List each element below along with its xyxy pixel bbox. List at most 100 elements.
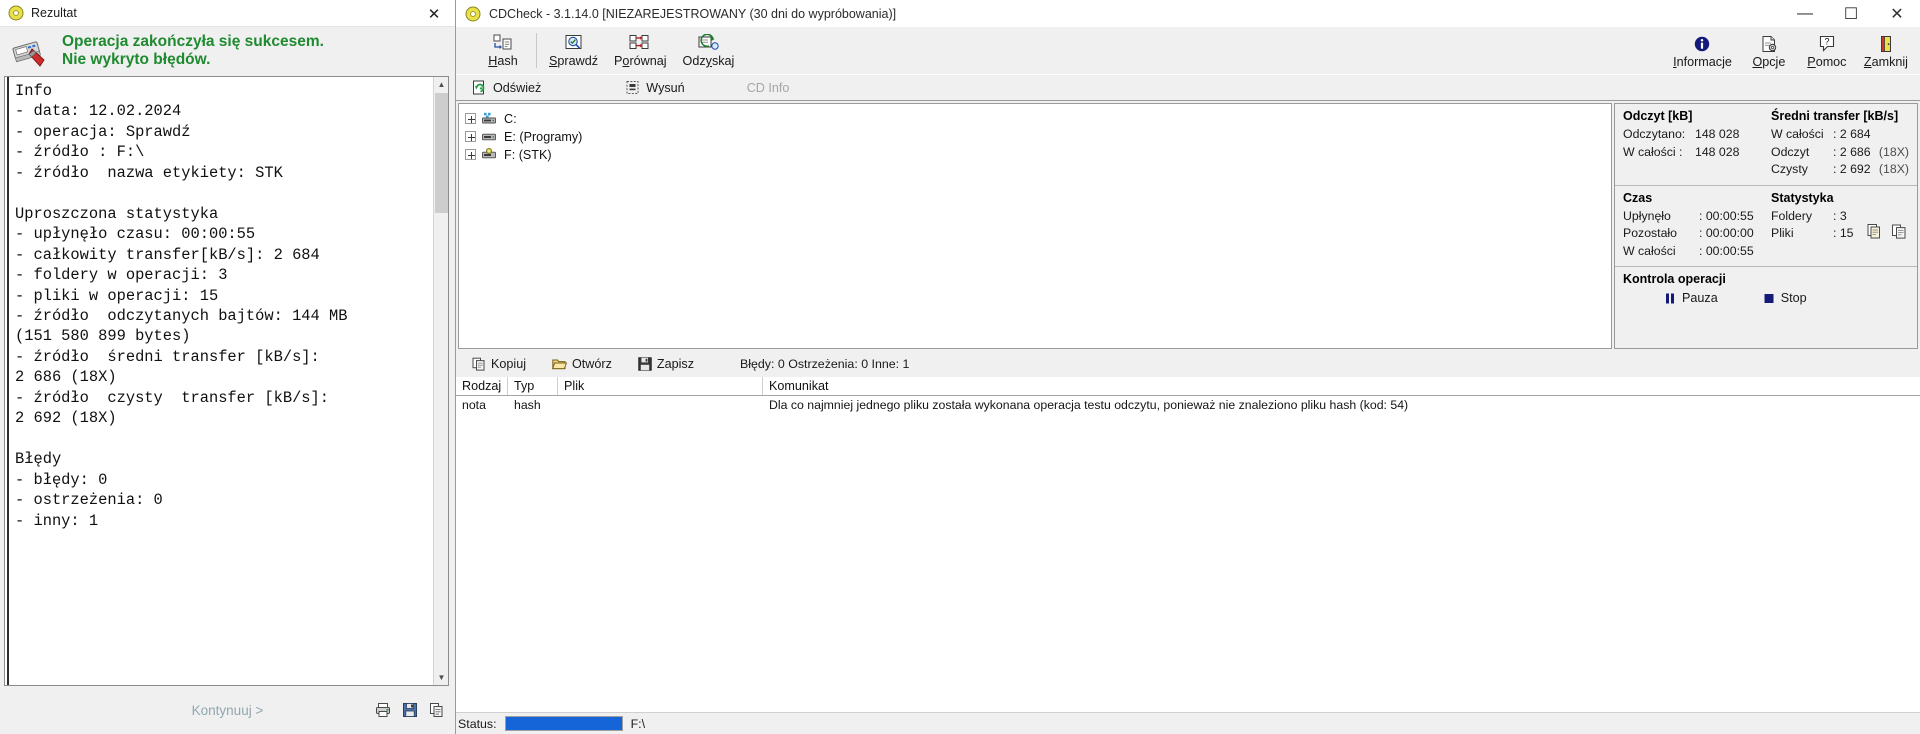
toolbar-label-hash: Hash	[488, 54, 518, 68]
cdcheck-window-title: CDCheck - 3.1.14.0 [NIEZAREJESTROWANY (3…	[489, 6, 897, 21]
stats-value: : 2 692	[1833, 162, 1871, 176]
stats-heading-czas: Czas	[1623, 190, 1653, 205]
stop-button[interactable]: Stop	[1764, 291, 1807, 305]
subtoolbar-label-odswiez: Odśwież	[493, 80, 542, 95]
stats-key: Foldery	[1771, 208, 1813, 223]
result-headline: Operacja zakończyła się sukcesem. Nie wy…	[62, 33, 324, 68]
copy-icon[interactable]	[429, 702, 445, 718]
scroll-down-icon[interactable]: ▼	[434, 670, 448, 685]
copy-report-icon[interactable]	[1866, 223, 1882, 239]
toolbar-button-pomoc[interactable]: ? Pomoc	[1798, 27, 1856, 75]
column-header-typ[interactable]: Typ	[508, 377, 558, 395]
tree-item-f[interactable]: F: (STK)	[465, 146, 1611, 163]
cell-rodzaj: nota	[462, 398, 486, 412]
toolbar-separator	[536, 33, 537, 68]
stats-section-time-statistics: Czas Upłynęło : 00:00:55 Pozostało : 00:…	[1615, 186, 1917, 267]
log-button-zapisz[interactable]: Zapisz	[634, 357, 716, 371]
log-table: Rodzaj Typ Plik Komunikat nota hash Dla …	[456, 377, 1920, 712]
log-table-body: nota hash Dla co najmniej jednego pliku …	[456, 396, 1920, 414]
compare-icon	[629, 33, 651, 53]
svg-text:?: ?	[1824, 36, 1829, 46]
cell-komunikat: Dla co najmniej jednego pliku została wy…	[769, 398, 1409, 412]
log-label-zapisz: Zapisz	[656, 357, 694, 371]
result-footer: Kontynuuj >	[0, 686, 455, 734]
stats-value: : 00:00:55	[1699, 208, 1754, 223]
result-log-text[interactable]: Info - data: 12.02.2024 - operacja: Spra…	[7, 77, 433, 685]
stats-key: W całości	[1623, 243, 1676, 258]
toolbar-button-opcje[interactable]: Opcje	[1740, 27, 1798, 75]
column-header-rodzaj[interactable]: Rodzaj	[456, 377, 508, 395]
headline-line-1: Operacja zakończyła się sukcesem.	[62, 33, 324, 51]
close-button[interactable]: ✕	[1874, 0, 1920, 27]
stats-value: : 2 684	[1833, 127, 1871, 141]
stats-section-control: Kontrola operacji Pauza Stop	[1615, 267, 1917, 348]
stats-value: 148 028	[1695, 127, 1740, 141]
cdcheck-window: CDCheck - 3.1.14.0 [NIEZAREJESTROWANY (3…	[456, 0, 1920, 734]
scrollbar-thumb[interactable]	[435, 93, 448, 213]
cd-disc-icon	[465, 6, 481, 22]
stats-col-sredni-transfer: Średni transfer [kB/s] W całości : 2 684…	[1771, 109, 1909, 179]
copy-clipboard-icon[interactable]	[1891, 223, 1907, 239]
stats-row: Czysty : 2 692 (18X)	[1771, 161, 1909, 179]
stats-row: Foldery : 3	[1771, 208, 1909, 226]
toolbar-button-informacje[interactable]: Informacje	[1665, 27, 1740, 75]
subtoolbar-button-wysun[interactable]: Wysuń	[619, 77, 700, 99]
stats-value: : 2 686	[1833, 144, 1871, 159]
toolbar-label-sprawdz: Sprawdź	[549, 54, 599, 68]
column-header-plik[interactable]: Plik	[558, 377, 763, 395]
scroll-up-icon[interactable]: ▲	[434, 77, 448, 92]
table-row[interactable]: nota hash Dla co najmniej jednego pliku …	[456, 396, 1920, 414]
expand-icon[interactable]	[465, 113, 476, 124]
stats-heading-statystyka: Statystyka	[1771, 190, 1834, 205]
stats-speed-multiplier: (18X)	[1878, 144, 1909, 159]
stats-row: Upłynęło : 00:00:55	[1623, 208, 1771, 226]
drive-tree[interactable]: C: E: (Programy) F: (STK)	[458, 103, 1612, 349]
stats-col-statystyka: Statystyka Foldery : 3 Pliki : 15	[1771, 191, 1909, 261]
toolbar-label-porownaj: Porównaj	[614, 54, 667, 68]
screen-root: Rezultat ✕ Operacja zakończyła się sukce…	[0, 0, 1920, 734]
hard-drive-icon	[481, 130, 498, 143]
tree-item-e[interactable]: E: (Programy)	[465, 128, 1611, 145]
stats-key: Pozostało	[1623, 226, 1678, 240]
cd-disc-icon	[8, 5, 24, 21]
main-toolbar: Hash Sprawdź Porównaj Odzyskaj Informacj…	[456, 27, 1920, 75]
eject-icon	[625, 80, 640, 95]
print-icon[interactable]	[375, 702, 391, 718]
tree-label-c: C:	[504, 111, 517, 126]
toolbar-button-zamknij[interactable]: Zamknij	[1856, 27, 1916, 75]
stats-key: Odczytano:	[1623, 127, 1686, 141]
toolbar-button-hash[interactable]: Hash	[474, 27, 532, 74]
toolbar-label-pomoc: Pomoc	[1807, 54, 1847, 69]
maximize-button[interactable]: ☐	[1828, 0, 1874, 27]
expand-icon[interactable]	[465, 149, 476, 160]
help-icon: ?	[1818, 34, 1836, 54]
result-log-scrollbar[interactable]: ▲ ▼	[433, 77, 448, 685]
status-path: F:\	[630, 716, 646, 731]
expand-icon[interactable]	[465, 131, 476, 142]
toolbar-button-porownaj[interactable]: Porównaj	[606, 27, 675, 74]
result-window: Rezultat ✕ Operacja zakończyła się sukce…	[0, 0, 456, 734]
column-header-komunikat[interactable]: Komunikat	[763, 377, 1920, 395]
pause-button[interactable]: Pauza	[1665, 291, 1718, 305]
toolbar-label-odzyskaj: Odzyskaj	[682, 54, 735, 68]
stats-row: Odczytano: 148 028	[1623, 126, 1771, 144]
minimize-button[interactable]: —	[1782, 0, 1828, 27]
statistics-panel: Odczyt [kB] Odczytano: 148 028 W całości…	[1614, 103, 1918, 349]
log-button-otworz[interactable]: Otwórz	[548, 357, 634, 371]
toolbar-right-group: Informacje Opcje ? Pomoc Zamknij	[1665, 27, 1916, 75]
toolbar-button-odzyskaj[interactable]: Odzyskaj	[675, 27, 743, 74]
stats-value: : 00:00:55	[1699, 243, 1754, 258]
tree-item-c[interactable]: C:	[465, 110, 1611, 127]
drive-and-stats-area: C: E: (Programy) F: (STK) Odczyt [kB] Od…	[456, 101, 1920, 351]
result-header: Operacja zakończyła się sukcesem. Nie wy…	[0, 27, 455, 76]
subtoolbar-label-cd-info: CD Info	[746, 80, 790, 95]
toolbar-label-opcje: Opcje	[1752, 54, 1786, 69]
save-icon[interactable]	[402, 702, 418, 718]
stats-heading-sredni-transfer: Średni transfer [kB/s]	[1771, 109, 1899, 123]
close-button[interactable]: ✕	[417, 0, 451, 27]
toolbar-button-sprawdz[interactable]: Sprawdź	[541, 27, 606, 74]
subtoolbar-button-odswiez[interactable]: Odśwież	[466, 77, 557, 99]
network-drive-icon	[481, 112, 498, 125]
log-button-kopiuj[interactable]: Kopiuj	[468, 357, 548, 371]
save-icon	[638, 357, 652, 371]
